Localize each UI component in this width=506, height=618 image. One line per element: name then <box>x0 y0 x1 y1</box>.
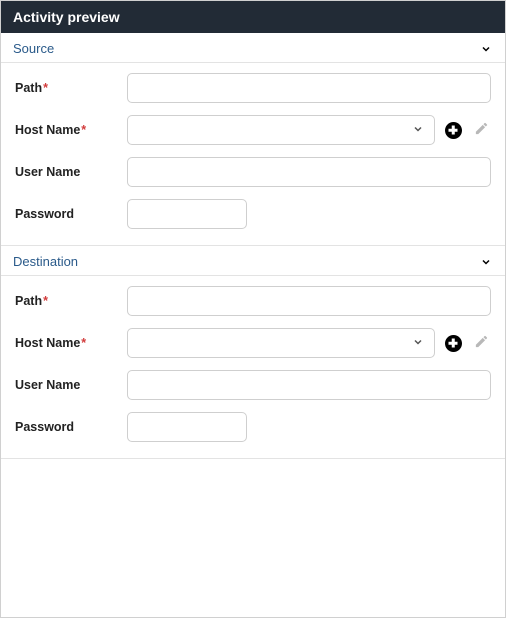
label-destination-path: Path* <box>15 294 119 308</box>
select-source-hostname[interactable] <box>127 115 435 145</box>
section-destination: Destination Path* Host Name* <box>1 246 505 459</box>
section-fields-source: Path* Host Name* <box>1 62 505 245</box>
field-row-source-username: User Name <box>15 151 491 193</box>
input-source-path[interactable] <box>127 73 491 103</box>
label-source-hostname: Host Name* <box>15 123 119 137</box>
field-row-destination-password: Password <box>15 406 491 448</box>
input-source-username[interactable] <box>127 157 491 187</box>
panel-body: Source Path* Host Name* <box>1 33 505 617</box>
select-destination-hostname[interactable] <box>127 328 435 358</box>
add-hostname-button[interactable] <box>443 333 463 353</box>
section-header-source[interactable]: Source <box>1 33 505 62</box>
pencil-icon <box>474 334 489 352</box>
field-row-destination-username: User Name <box>15 364 491 406</box>
input-source-password[interactable] <box>127 199 247 229</box>
chevron-down-icon <box>412 336 424 351</box>
edit-hostname-button[interactable] <box>471 333 491 353</box>
section-source: Source Path* Host Name* <box>1 33 505 246</box>
label-destination-username: User Name <box>15 378 119 392</box>
input-destination-path[interactable] <box>127 286 491 316</box>
label-source-path: Path* <box>15 81 119 95</box>
section-header-destination[interactable]: Destination <box>1 246 505 275</box>
plus-circle-icon <box>445 335 462 352</box>
add-hostname-button[interactable] <box>443 120 463 140</box>
input-destination-password[interactable] <box>127 412 247 442</box>
panel-header: Activity preview <box>1 1 505 33</box>
field-row-source-hostname: Host Name* <box>15 109 491 151</box>
activity-preview-panel: Activity preview Source Path* <box>0 0 506 618</box>
label-destination-password: Password <box>15 420 119 434</box>
field-row-destination-path: Path* <box>15 280 491 322</box>
section-fields-destination: Path* Host Name* <box>1 275 505 458</box>
field-row-destination-hostname: Host Name* <box>15 322 491 364</box>
input-destination-username[interactable] <box>127 370 491 400</box>
section-title-destination: Destination <box>13 254 78 269</box>
panel-title: Activity preview <box>13 9 120 25</box>
chevron-down-icon <box>479 42 493 56</box>
section-title-source: Source <box>13 41 54 56</box>
plus-circle-icon <box>445 122 462 139</box>
label-source-username: User Name <box>15 165 119 179</box>
pencil-icon <box>474 121 489 139</box>
field-row-source-password: Password <box>15 193 491 235</box>
chevron-down-icon <box>479 255 493 269</box>
label-destination-hostname: Host Name* <box>15 336 119 350</box>
chevron-down-icon <box>412 123 424 138</box>
label-source-password: Password <box>15 207 119 221</box>
edit-hostname-button[interactable] <box>471 120 491 140</box>
field-row-source-path: Path* <box>15 67 491 109</box>
